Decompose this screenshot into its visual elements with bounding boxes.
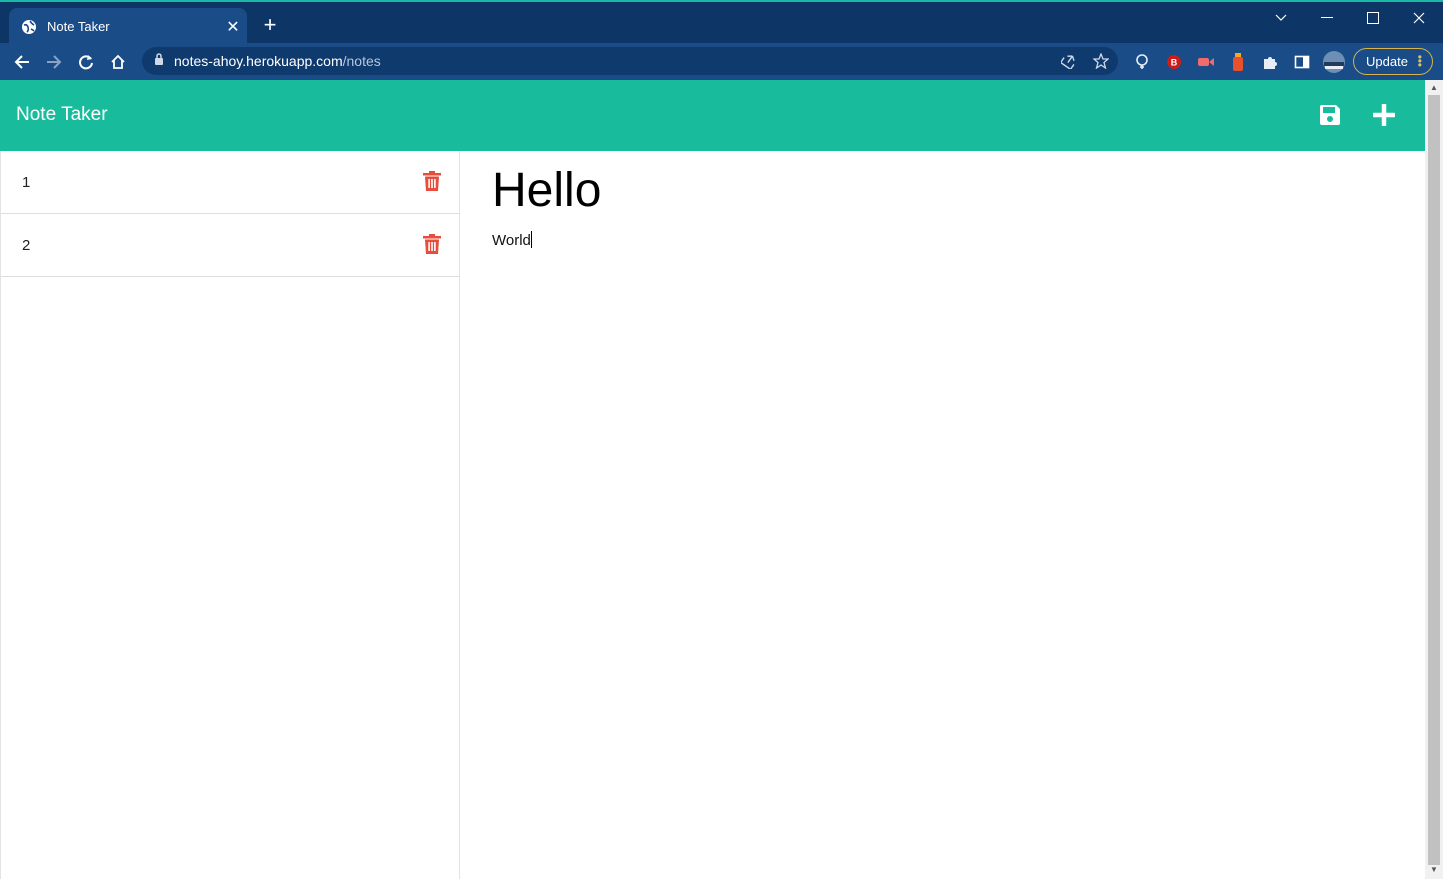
svg-text:B: B: [1171, 58, 1178, 68]
side-panel-icon[interactable]: [1292, 52, 1312, 72]
url-path: /notes: [342, 53, 381, 69]
more-menu-icon[interactable]: • • •: [1418, 51, 1422, 71]
note-list-item-title: 1: [22, 174, 31, 191]
bookmark-star-icon[interactable]: [1092, 52, 1110, 70]
back-arrow-icon[interactable]: [9, 49, 35, 75]
reload-icon[interactable]: [73, 49, 99, 75]
new-tab-button[interactable]: +: [258, 14, 282, 38]
note-list-item-title: 2: [22, 237, 31, 254]
address-bar[interactable]: notes-ahoy.herokuapp.com/notes: [142, 47, 1118, 75]
new-note-icon[interactable]: [1371, 102, 1397, 128]
key-extension-icon[interactable]: [1132, 52, 1152, 72]
screen-recorder-extension-icon[interactable]: [1196, 52, 1216, 72]
note-list: 1 2: [0, 151, 460, 879]
note-body-text: World: [492, 232, 531, 249]
save-note-icon[interactable]: [1317, 102, 1343, 128]
puzzle-extensions-icon[interactable]: [1260, 52, 1280, 72]
profile-avatar[interactable]: [1322, 50, 1346, 74]
update-button[interactable]: Update • • •: [1353, 48, 1433, 75]
browser-tabstrip: Note Taker ✕ +: [0, 0, 1443, 45]
delete-trash-icon[interactable]: [423, 234, 441, 254]
page-scrollbar[interactable]: ▲ ▼: [1425, 80, 1443, 879]
app-brand[interactable]: Note Taker: [16, 104, 108, 126]
scroll-down-arrow-icon[interactable]: ▼: [1429, 866, 1439, 874]
url-host: notes-ahoy.herokuapp.com: [174, 53, 343, 69]
maximize-icon[interactable]: [1353, 6, 1393, 30]
note-list-item[interactable]: 1: [1, 151, 459, 214]
browser-tab[interactable]: Note Taker ✕: [9, 8, 247, 45]
text-caret: [530, 231, 532, 248]
scroll-thumb[interactable]: [1428, 95, 1440, 865]
app-navbar: Note Taker: [0, 80, 1425, 151]
note-body-textarea[interactable]: World: [492, 231, 532, 249]
minimize-icon[interactable]: [1307, 6, 1347, 30]
lock-icon[interactable]: [154, 52, 164, 70]
update-label: Update: [1366, 54, 1408, 69]
delete-trash-icon[interactable]: [423, 171, 441, 191]
scroll-up-arrow-icon[interactable]: ▲: [1429, 84, 1439, 92]
tab-search-icon[interactable]: [1261, 6, 1301, 30]
bottle-extension-icon[interactable]: [1228, 52, 1248, 72]
tab-close-icon[interactable]: ✕: [219, 17, 247, 37]
note-editor: Hello World: [460, 151, 1425, 879]
note-title-input[interactable]: Hello: [492, 163, 601, 218]
note-list-item[interactable]: 2: [1, 214, 459, 277]
forward-arrow-icon[interactable]: [41, 49, 67, 75]
home-icon[interactable]: [105, 49, 131, 75]
share-icon[interactable]: [1060, 52, 1078, 70]
browser-toolbar: notes-ahoy.herokuapp.com/notes B Update …: [0, 43, 1443, 80]
bitdefender-extension-icon[interactable]: B: [1164, 52, 1184, 72]
globe-icon: [21, 19, 37, 35]
window-close-icon[interactable]: [1399, 6, 1439, 30]
tab-title: Note Taker: [47, 19, 110, 34]
